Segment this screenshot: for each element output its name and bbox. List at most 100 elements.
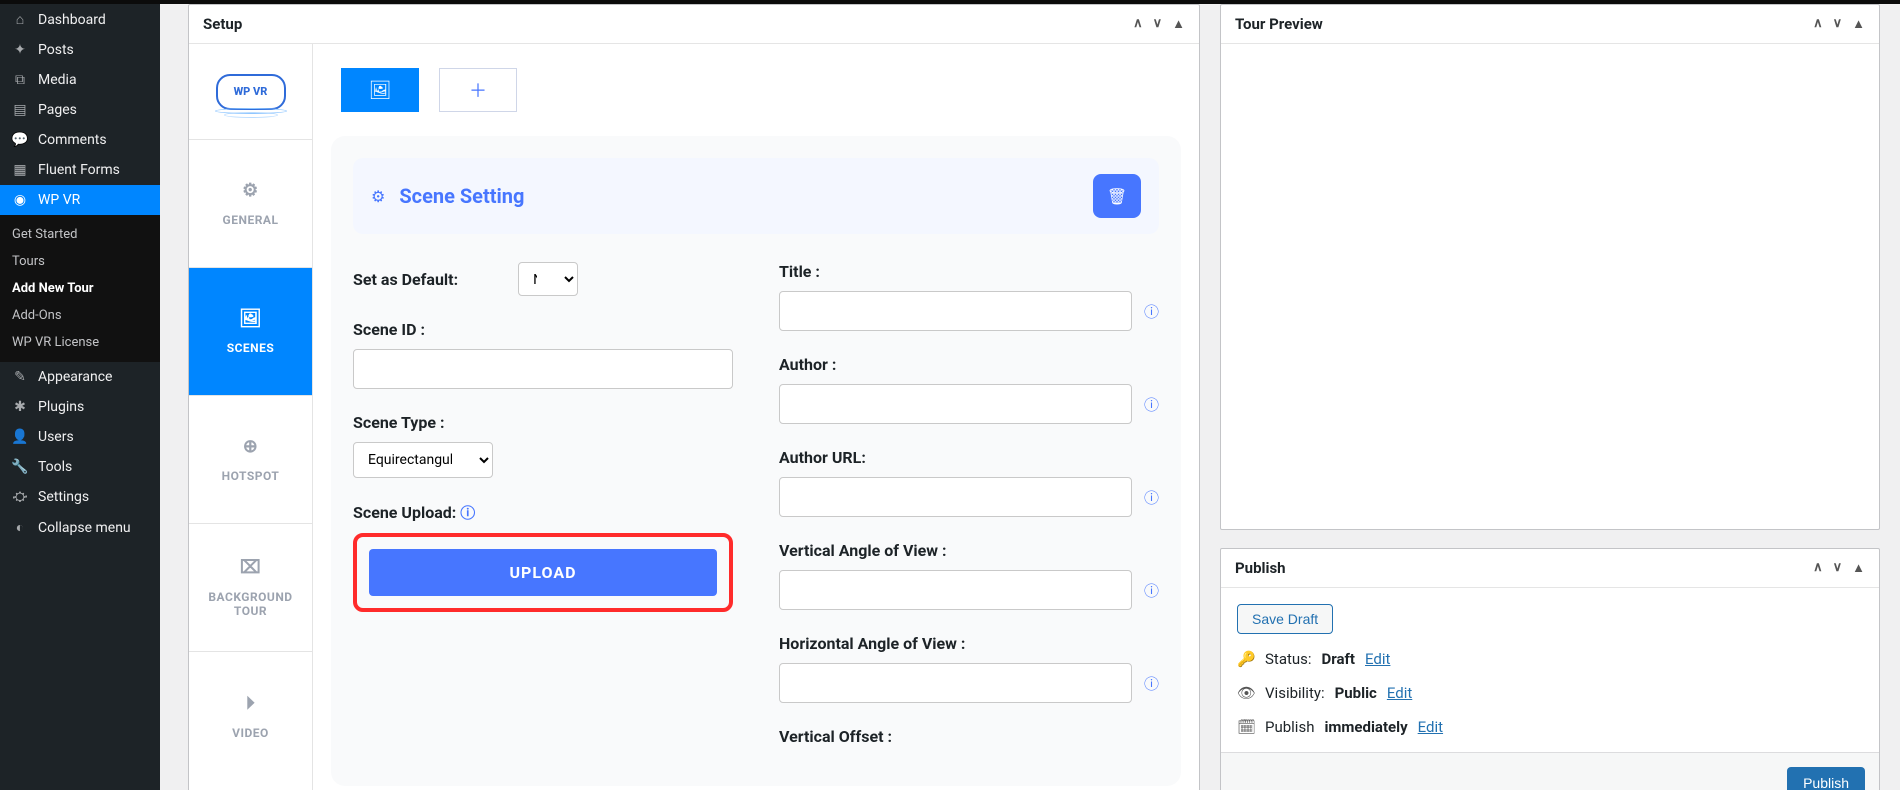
sidebar-item-pages[interactable]: ▤ Pages — [0, 95, 160, 125]
comment-icon: 💬 — [10, 132, 30, 148]
setup-panel-header: Setup ∧ ∨ ▲ — [189, 5, 1199, 44]
edit-status-link[interactable]: Edit — [1365, 650, 1390, 668]
sidebar-item-label: Appearance — [38, 369, 112, 385]
visibility-value: Public — [1335, 684, 1377, 702]
sidebar-item-label: Pages — [38, 102, 77, 118]
publish-title: Publish — [1235, 559, 1286, 577]
vaov-label: Vertical Angle of View : — [779, 541, 1159, 560]
status-label: Status: — [1265, 650, 1312, 668]
tour-preview-panel: Tour Preview ∧ ∨ ▲ — [1220, 4, 1880, 530]
rail-tab-video[interactable]: ⏵ VIDEO — [189, 652, 312, 780]
wpvr-submenu: Get Started Tours Add New Tour Add-Ons W… — [0, 215, 160, 362]
target-icon: ⊕ — [243, 436, 259, 457]
sidebar-item-media[interactable]: ⧉ Media — [0, 65, 160, 95]
image-icon: 🖼 — [369, 80, 392, 101]
plus-icon: ＋ — [469, 77, 487, 103]
save-draft-button[interactable]: Save Draft — [1237, 604, 1333, 634]
author-url-label: Author URL: — [779, 448, 1159, 467]
help-icon[interactable]: ⓘ — [460, 504, 475, 522]
settings-icon: ⛮ — [10, 489, 30, 505]
video-icon: ⏵ — [246, 693, 256, 714]
edit-visibility-link[interactable]: Edit — [1387, 684, 1412, 702]
visibility-label: Visibility: — [1265, 684, 1325, 702]
sidebar-item-comments[interactable]: 💬 Comments — [0, 125, 160, 155]
tour-preview-body — [1221, 44, 1879, 529]
publish-status-row: 🔑 Status: Draft Edit — [1237, 650, 1863, 668]
scene-type-select[interactable]: Equirectangular — [353, 442, 493, 478]
scene-tab-active[interactable]: 🖼 — [341, 68, 419, 112]
sidebar-item-plugins[interactable]: ✱ Plugins — [0, 392, 160, 422]
help-icon[interactable]: ⓘ — [1144, 673, 1159, 694]
author-url-input[interactable] — [779, 477, 1132, 517]
panel-move-down-icon[interactable]: ∨ — [1153, 16, 1163, 32]
panel-collapse-icon[interactable]: ▲ — [1852, 16, 1865, 32]
scene-id-input[interactable] — [353, 349, 733, 389]
rail-tab-label: GENERAL — [223, 213, 279, 227]
panel-move-up-icon[interactable]: ∧ — [1813, 16, 1823, 32]
collapse-icon: ◐ — [10, 519, 30, 536]
submenu-license[interactable]: WP VR License — [0, 329, 160, 356]
set-default-label: Set as Default: — [353, 270, 458, 289]
sidebar-item-tools[interactable]: 🔧 Tools — [0, 452, 160, 482]
haov-label: Horizontal Angle of View : — [779, 634, 1159, 653]
trash-icon: 🗑 — [1107, 187, 1127, 206]
scene-tab-add[interactable]: ＋ — [439, 68, 517, 112]
rail-tab-hotspot[interactable]: ⊕ HOTSPOT — [189, 396, 312, 524]
media-icon: ⧉ — [10, 72, 30, 88]
wrench-icon: 🔧 — [10, 459, 30, 475]
submenu-get-started[interactable]: Get Started — [0, 221, 160, 248]
rail-tab-label: SCENES — [227, 341, 275, 355]
publish-button[interactable]: Publish — [1787, 767, 1865, 790]
help-icon[interactable]: ⓘ — [1144, 394, 1159, 415]
sidebar-item-label: Tools — [38, 459, 72, 475]
rail-tab-bg-tour[interactable]: ⌧ BACKGROUND TOUR — [189, 524, 312, 652]
rail-tab-scenes[interactable]: 🖼 SCENES — [189, 268, 312, 396]
sidebar-item-label: Comments — [38, 132, 107, 148]
scene-upload-label: Scene Upload: ⓘ — [353, 502, 733, 523]
submenu-addons[interactable]: Add-Ons — [0, 302, 160, 329]
haov-input[interactable] — [779, 663, 1132, 703]
author-label: Author : — [779, 355, 1159, 374]
vaov-input[interactable] — [779, 570, 1132, 610]
sidebar-item-posts[interactable]: ✦ Posts — [0, 35, 160, 65]
help-icon[interactable]: ⓘ — [1144, 487, 1159, 508]
help-icon[interactable]: ⓘ — [1144, 580, 1159, 601]
author-input[interactable] — [779, 384, 1132, 424]
submenu-add-new-tour[interactable]: Add New Tour — [0, 275, 160, 302]
sidebar-item-label: Settings — [38, 489, 89, 505]
publish-header: Publish ∧ ∨ ▲ — [1221, 549, 1879, 588]
sidebar-item-settings[interactable]: ⛮ Settings — [0, 482, 160, 512]
setup-title: Setup — [203, 15, 242, 33]
setup-rail: WP VR ⚙ GENERAL 🖼 SCENES ⊕ HOTSPOT — [189, 44, 313, 790]
sidebar-item-dashboard[interactable]: ⌂ Dashboard — [0, 4, 160, 35]
panel-move-down-icon[interactable]: ∨ — [1833, 560, 1843, 576]
sidebar-item-collapse[interactable]: ◐ Collapse menu — [0, 512, 160, 543]
sidebar-item-fluent-forms[interactable]: ▦ Fluent Forms — [0, 155, 160, 185]
help-icon[interactable]: ⓘ — [1144, 301, 1159, 322]
publish-panel: Publish ∧ ∨ ▲ Save Draft 🔑 Status: Draft… — [1220, 548, 1880, 790]
sidebar-item-label: Media — [38, 72, 77, 88]
panel-collapse-icon[interactable]: ▲ — [1172, 16, 1185, 32]
edit-date-link[interactable]: Edit — [1418, 718, 1443, 736]
upload-highlight: UPLOAD — [353, 533, 733, 612]
set-default-select[interactable]: No — [518, 262, 578, 296]
panel-move-up-icon[interactable]: ∧ — [1133, 16, 1143, 32]
image-icon: 🖼 — [239, 308, 262, 329]
vertical-offset-label: Vertical Offset : — [779, 727, 1159, 746]
sidebar-item-wpvr[interactable]: ◉ WP VR — [0, 185, 160, 215]
wp-admin-sidebar: ⌂ Dashboard ✦ Posts ⧉ Media ▤ Pages 💬 Co… — [0, 4, 160, 790]
upload-button[interactable]: UPLOAD — [369, 549, 717, 596]
submenu-tours[interactable]: Tours — [0, 248, 160, 275]
sidebar-item-users[interactable]: 👤 Users — [0, 422, 160, 452]
rail-tab-general[interactable]: ⚙ GENERAL — [189, 140, 312, 268]
calendar-icon: 🗓 — [1237, 718, 1255, 736]
sidebar-item-appearance[interactable]: ✎ Appearance — [0, 362, 160, 392]
dashboard-icon: ⌂ — [10, 11, 30, 28]
gear-icon: ⚙ — [371, 187, 385, 206]
panel-move-down-icon[interactable]: ∨ — [1833, 16, 1843, 32]
panel-move-up-icon[interactable]: ∧ — [1813, 560, 1823, 576]
delete-scene-button[interactable]: 🗑 — [1093, 174, 1141, 218]
title-input[interactable] — [779, 291, 1132, 331]
wpvr-icon: ◉ — [10, 192, 30, 208]
panel-collapse-icon[interactable]: ▲ — [1852, 560, 1865, 576]
